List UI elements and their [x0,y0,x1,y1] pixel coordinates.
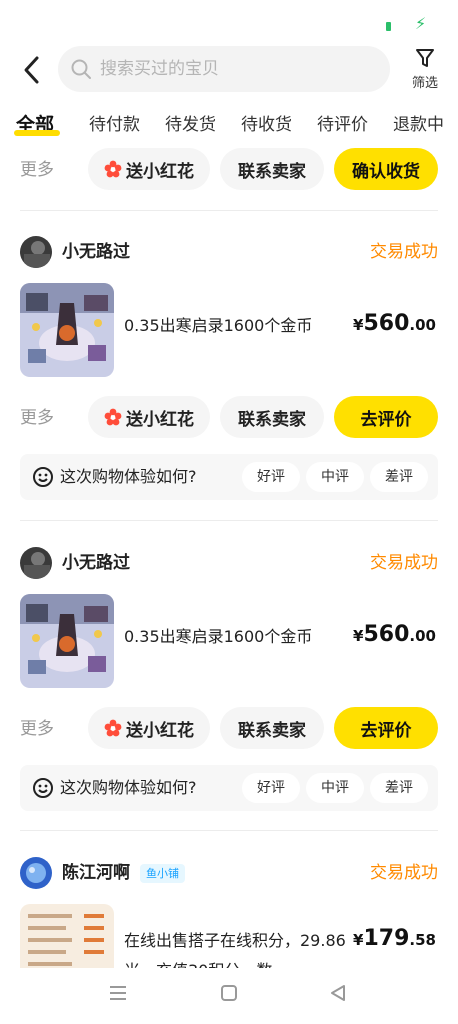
search-icon [71,59,91,79]
flower-icon [104,160,122,178]
order-status: 交易成功 [370,553,438,573]
avatar[interactable] [20,547,52,579]
product-thumbnail [20,594,114,688]
order-tabs: 全部 待付款 待发货 待收货 待评价 退款中 [0,110,458,150]
review-button[interactable]: 去评价 [334,396,438,438]
more-button[interactable]: 更多 [20,396,54,440]
smiley-icon [33,778,53,798]
tab-pending-shipment[interactable]: 待发货 [165,110,216,144]
product-title: 在线出售搭子在线积分，29.86米，充值30积分，数 [124,931,346,968]
rating-question: 这次购物体验如何? [60,778,197,797]
search-bar[interactable] [58,46,390,92]
more-button[interactable]: 更多 [20,148,54,192]
active-tab-indicator [14,130,60,136]
rating-question: 这次购物体验如何? [60,467,197,486]
send-flower-label: 送小红花 [126,409,194,430]
product-thumbnail [20,904,114,968]
order-actions: 更多 送小红花 联系卖家 确认收货 [0,148,458,192]
chevron-left-icon [24,56,39,84]
back-nav-button[interactable] [328,984,348,1006]
search-input[interactable] [100,59,360,79]
order-actions: 更多 送小红花 联系卖家 去评价 [0,396,458,440]
shop-badge: 鱼小铺 [140,864,185,883]
rating-neutral-button[interactable]: 中评 [306,462,364,492]
order-item[interactable]: 在线出售搭子在线积分，29.86米，充值30积分，数 ¥179.58 [20,904,438,968]
rating-prompt: 这次购物体验如何? 好评 中评 差评 [20,454,438,500]
status-bar: ⚡ [0,0,458,42]
menu-icon [110,986,126,1000]
order-item[interactable]: 0.35出寒启录1600个金币 ¥560.00 [20,283,438,377]
more-button[interactable]: 更多 [20,707,54,751]
divider [20,520,438,521]
product-thumbnail [20,283,114,377]
battery-icon [386,22,391,31]
product-price: ¥560.00 [353,311,436,336]
rating-neutral-button[interactable]: 中评 [306,773,364,803]
send-flower-button[interactable]: 送小红花 [88,148,210,190]
send-flower-button[interactable]: 送小红花 [88,396,210,438]
top-bar: 筛选 [0,42,458,98]
back-button[interactable] [14,50,50,90]
flower-icon [104,719,122,737]
contact-seller-button[interactable]: 联系卖家 [220,707,324,749]
send-flower-button[interactable]: 送小红花 [88,707,210,749]
rating-bad-button[interactable]: 差评 [370,462,428,492]
filter-label: 筛选 [411,76,438,91]
contact-seller-button[interactable]: 联系卖家 [220,396,324,438]
tab-pending-payment[interactable]: 待付款 [89,110,140,144]
smiley-icon [33,467,53,487]
tab-pending-review[interactable]: 待评价 [317,110,368,144]
flower-icon [104,408,122,426]
square-icon [221,985,237,1001]
product-title: 0.35出寒启录1600个金币 [124,627,313,646]
filter-icon [416,49,434,67]
seller-name[interactable]: 陈江河啊 [62,857,130,889]
order-status: 交易成功 [370,863,438,883]
order-status: 交易成功 [370,242,438,262]
rating-bad-button[interactable]: 差评 [370,773,428,803]
menu-button[interactable] [108,984,128,1006]
seller-name[interactable]: 小无路过 [62,547,130,579]
divider [20,210,438,211]
product-price: ¥179.58 [353,926,436,951]
product-title: 0.35出寒启录1600个金币 [124,316,313,335]
seller-row: 小无路过 交易成功 [20,236,438,272]
product-price: ¥560.00 [353,622,436,647]
seller-row: 陈江河啊 鱼小铺 交易成功 [20,857,438,893]
avatar[interactable] [20,236,52,268]
triangle-back-icon [331,985,345,1001]
tab-all[interactable]: 全部 [16,110,54,144]
send-flower-label: 送小红花 [126,161,194,182]
tab-refund[interactable]: 退款中 [393,110,444,144]
confirm-receipt-button[interactable]: 确认收货 [334,148,438,190]
rating-prompt: 这次购物体验如何? 好评 中评 差评 [20,765,438,811]
rating-good-button[interactable]: 好评 [242,462,300,492]
avatar[interactable] [20,857,52,889]
order-actions: 更多 送小红花 联系卖家 去评价 [0,707,458,751]
order-item[interactable]: 0.35出寒启录1600个金币 ¥560.00 [20,594,438,688]
divider [20,830,438,831]
seller-row: 小无路过 交易成功 [20,547,438,583]
rating-good-button[interactable]: 好评 [242,773,300,803]
charging-icon: ⚡ [415,14,427,33]
send-flower-label: 送小红花 [126,720,194,741]
contact-seller-button[interactable]: 联系卖家 [220,148,324,190]
seller-name[interactable]: 小无路过 [62,236,130,268]
review-button[interactable]: 去评价 [334,707,438,749]
tab-pending-receipt[interactable]: 待收货 [241,110,292,144]
system-nav-bar [0,968,458,1024]
home-button[interactable] [219,984,239,1006]
filter-button[interactable]: 筛选 [404,46,446,96]
